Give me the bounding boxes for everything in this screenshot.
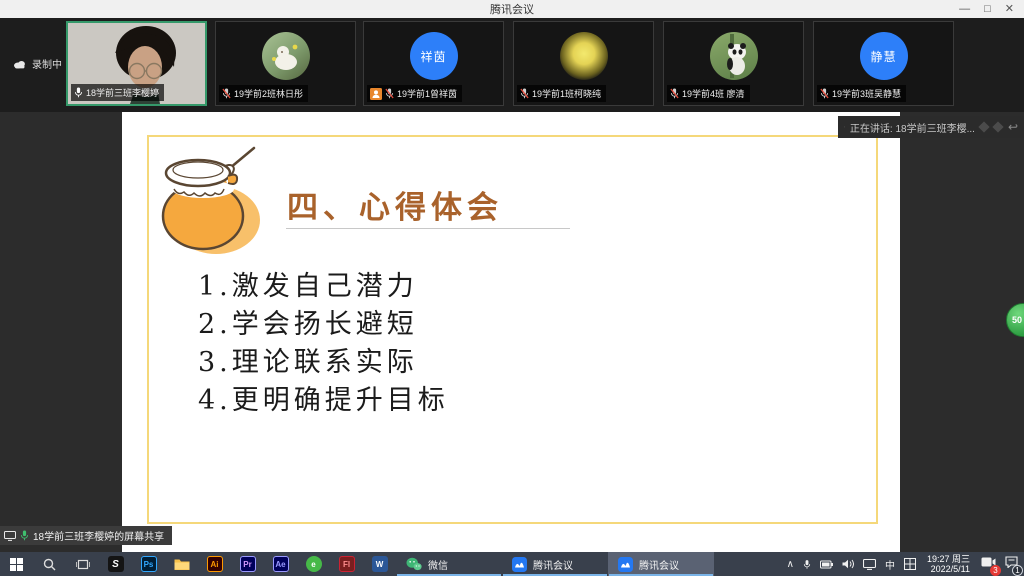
screen-share-text: 18学前三班李樱婷的屏幕共享: [33, 528, 164, 543]
slide-bullet: 3.理论联系实际: [198, 344, 449, 382]
participant-name: 19学前2班林日彤: [234, 87, 303, 100]
tencent-meeting-icon: [618, 557, 633, 572]
participant-name: 19学前4班 廖清: [682, 87, 745, 100]
participant-name: 19学前1班柯晓纯: [532, 87, 601, 100]
network-display-icon[interactable]: [863, 559, 876, 570]
recording-label: 录制中: [32, 56, 62, 71]
tray-mic-icon[interactable]: [803, 559, 811, 570]
participant-namebar: 19学前3班吴静慧: [817, 85, 906, 102]
active-speaker-text: 正在讲话: 18学前三班李樱...: [850, 120, 975, 135]
close-button[interactable]: ✕: [1005, 0, 1014, 18]
honey-pot-illustration: [148, 142, 273, 257]
after-effects-icon[interactable]: Ae: [264, 552, 297, 576]
member-badge-icon: [370, 88, 382, 100]
mic-muted-icon: [670, 88, 679, 99]
search-icon[interactable]: [33, 552, 66, 576]
shared-screen-area: 四、心得体会 1.激发自己潜力 2.学会扬长避短 3.理论联系实际 4.更明确提…: [0, 112, 1024, 552]
slide-bullet-list: 1.激发自己潜力 2.学会扬长避短 3.理论联系实际 4.更明确提升目标: [198, 268, 449, 420]
taskbar-app-wechat[interactable]: 微信: [396, 552, 502, 576]
speaker-mic-icon: [844, 122, 845, 132]
wechat-icon: [406, 557, 422, 571]
slide-title: 四、心得体会: [287, 182, 503, 227]
participant-name: 18学前三班李樱婷: [86, 86, 159, 99]
camera-tray-icon[interactable]: 3: [981, 555, 996, 573]
layout-icon[interactable]: [978, 121, 989, 132]
panda-photo: [710, 32, 758, 80]
slide-bullet: 2.学会扬长避短: [198, 306, 449, 344]
start-button[interactable]: [0, 552, 33, 576]
taskbar-app-meeting-2[interactable]: 腾讯会议: [608, 552, 714, 576]
participant-namebar: 19学前1班柯晓纯: [517, 85, 606, 102]
notification-badge-count: 1: [1012, 565, 1023, 576]
cloud-recording-icon: [13, 59, 27, 69]
tray-chevron-icon[interactable]: ∧: [787, 559, 794, 570]
participant-tile[interactable]: 19学前2班林日彤: [215, 21, 356, 106]
participant-namebar: 19学前4班 廖清: [667, 85, 750, 102]
taskbar-app-label: 腾讯会议: [639, 557, 679, 572]
minimize-button[interactable]: —: [959, 0, 970, 18]
file-explorer-icon[interactable]: [165, 552, 198, 576]
recorder-app-icon[interactable]: S: [99, 552, 132, 576]
mic-muted-icon: [222, 88, 231, 99]
window-titlebar: 腾讯会议 — □ ✕: [0, 0, 1024, 18]
floating-score-badge[interactable]: 50: [1006, 303, 1024, 337]
sharer-mic-icon: [20, 530, 29, 541]
slide-bullet: 1.激发自己潜力: [198, 268, 449, 306]
flash-icon[interactable]: Fl: [330, 552, 363, 576]
taskbar-app-label: 微信: [428, 557, 448, 572]
illustrator-icon[interactable]: Ai: [198, 552, 231, 576]
notification-center-icon[interactable]: 1: [1005, 555, 1018, 573]
windows-taskbar: S Ps Ai Pr Ae e Fl W: [0, 552, 1024, 576]
participant-name: 19学前3班吴静慧: [832, 87, 901, 100]
photoshop-icon[interactable]: Ps: [132, 552, 165, 576]
video-strip: 录制中 18学前三班李樱婷: [0, 18, 1024, 112]
mic-muted-icon: [385, 88, 394, 99]
mic-on-icon: [74, 87, 83, 98]
system-tray: ∧ 中: [787, 552, 1024, 576]
avatar: [262, 32, 310, 80]
taskbar-app-meeting-1[interactable]: 腾讯会议: [502, 552, 608, 576]
slide-title-underline: [286, 228, 570, 229]
volume-icon[interactable]: [842, 559, 854, 569]
premiere-icon[interactable]: Pr: [231, 552, 264, 576]
window-title: 腾讯会议: [490, 1, 534, 17]
participant-tile[interactable]: 18学前三班李樱婷: [66, 21, 207, 106]
ime-grid-icon[interactable]: [904, 558, 916, 570]
avatar: 静慧: [860, 32, 908, 80]
taskbar-app-label: 腾讯会议: [533, 557, 573, 572]
tencent-meeting-icon: [512, 557, 527, 572]
clock-time: 19:27 周三: [927, 554, 970, 564]
participant-namebar: 19学前2班林日彤: [219, 85, 308, 102]
tray-clock[interactable]: 19:27 周三 2022/5/11: [925, 554, 972, 574]
participant-tile[interactable]: 19学前4班 廖清: [663, 21, 804, 106]
clock-date: 2022/5/11: [927, 564, 970, 574]
tencent-meeting-window: 腾讯会议 — □ ✕ 录制中: [0, 0, 1024, 576]
recording-indicator: 录制中: [13, 56, 62, 71]
participant-name: 19学前1曾祥茵: [397, 87, 457, 100]
word-icon[interactable]: W: [363, 552, 396, 576]
mic-muted-icon: [820, 88, 829, 99]
collapse-arrow-icon[interactable]: ↩: [1008, 120, 1018, 134]
active-speaker-bar: 正在讲话: 18学前三班李樱... ↩: [838, 116, 1024, 138]
layout-icon[interactable]: [992, 121, 1003, 132]
avatar: [560, 32, 608, 80]
participant-tile[interactable]: 19学前1班柯晓纯: [513, 21, 654, 106]
avatar: 祥茵: [410, 32, 458, 80]
task-view-icon[interactable]: [66, 552, 99, 576]
slide-bullet: 4.更明确提升目标: [198, 382, 449, 420]
maximize-button[interactable]: □: [984, 0, 991, 18]
avatar: [710, 32, 758, 80]
participant-tile[interactable]: 静慧 19学前3班吴静慧: [813, 21, 954, 106]
lamb-photo: [262, 32, 310, 80]
camera-badge-count: 3: [990, 565, 1001, 576]
participant-tile[interactable]: 祥茵 19学前1曾祥茵: [363, 21, 504, 106]
browser-icon[interactable]: e: [297, 552, 330, 576]
participant-namebar: 19学前1曾祥茵: [367, 85, 462, 102]
screen-share-label: 18学前三班李樱婷的屏幕共享: [0, 526, 172, 545]
screen-share-icon: [4, 531, 16, 541]
participant-namebar: 18学前三班李樱婷: [71, 84, 164, 101]
battery-icon[interactable]: [820, 560, 833, 569]
ime-language-indicator[interactable]: 中: [885, 557, 895, 572]
mic-muted-icon: [520, 88, 529, 99]
